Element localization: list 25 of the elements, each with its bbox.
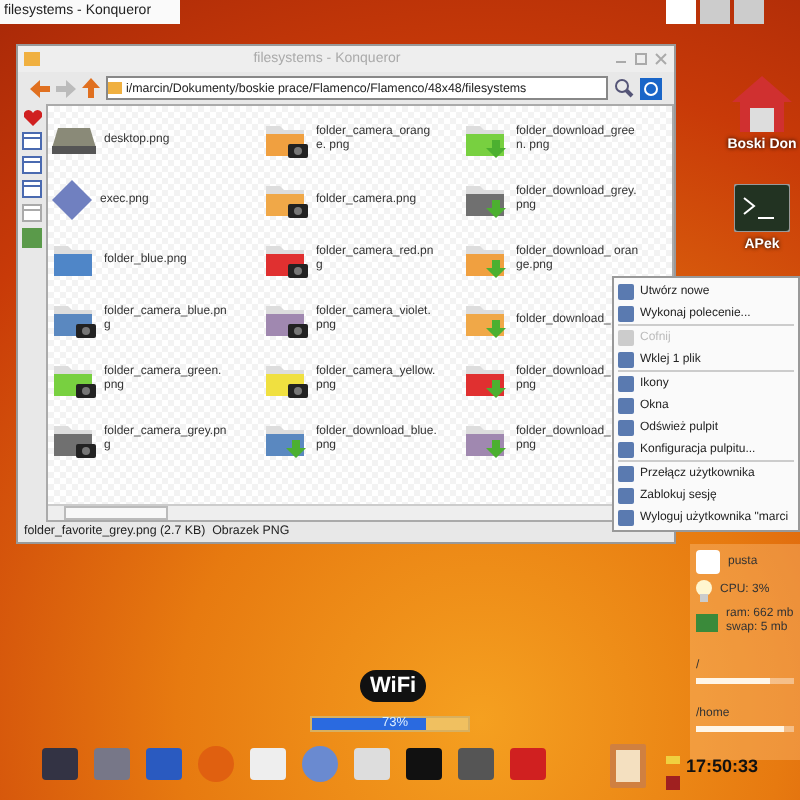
forward-arrow-icon[interactable] [56,79,76,97]
house-icon[interactable] [732,76,792,132]
close-icon[interactable] [654,52,668,66]
book-icon[interactable] [610,744,646,788]
bulb-icon [696,580,712,602]
disk-usage-bar [696,678,794,684]
panel-icon[interactable] [22,156,42,174]
maximize-icon[interactable] [634,52,648,66]
panel-icon[interactable] [22,132,42,150]
panel-icon[interactable] [22,204,42,222]
disk-usage-bar [696,726,794,732]
zoom-icon[interactable] [614,78,634,98]
panel-icon[interactable] [22,180,42,198]
trash-icon [696,550,720,574]
calculator-icon[interactable] [92,744,132,784]
terminal-icon[interactable] [734,184,790,232]
wifi-logo: WiFi [360,670,427,702]
folder-icon [108,82,122,94]
chip-icon [696,613,718,631]
up-arrow-icon[interactable] [82,78,100,98]
back-arrow-icon[interactable] [30,79,50,97]
lock-icon[interactable] [666,750,680,764]
folder-icon [24,52,40,66]
clock: 17:50:33 [686,756,759,776]
heart-icon[interactable] [23,110,41,126]
